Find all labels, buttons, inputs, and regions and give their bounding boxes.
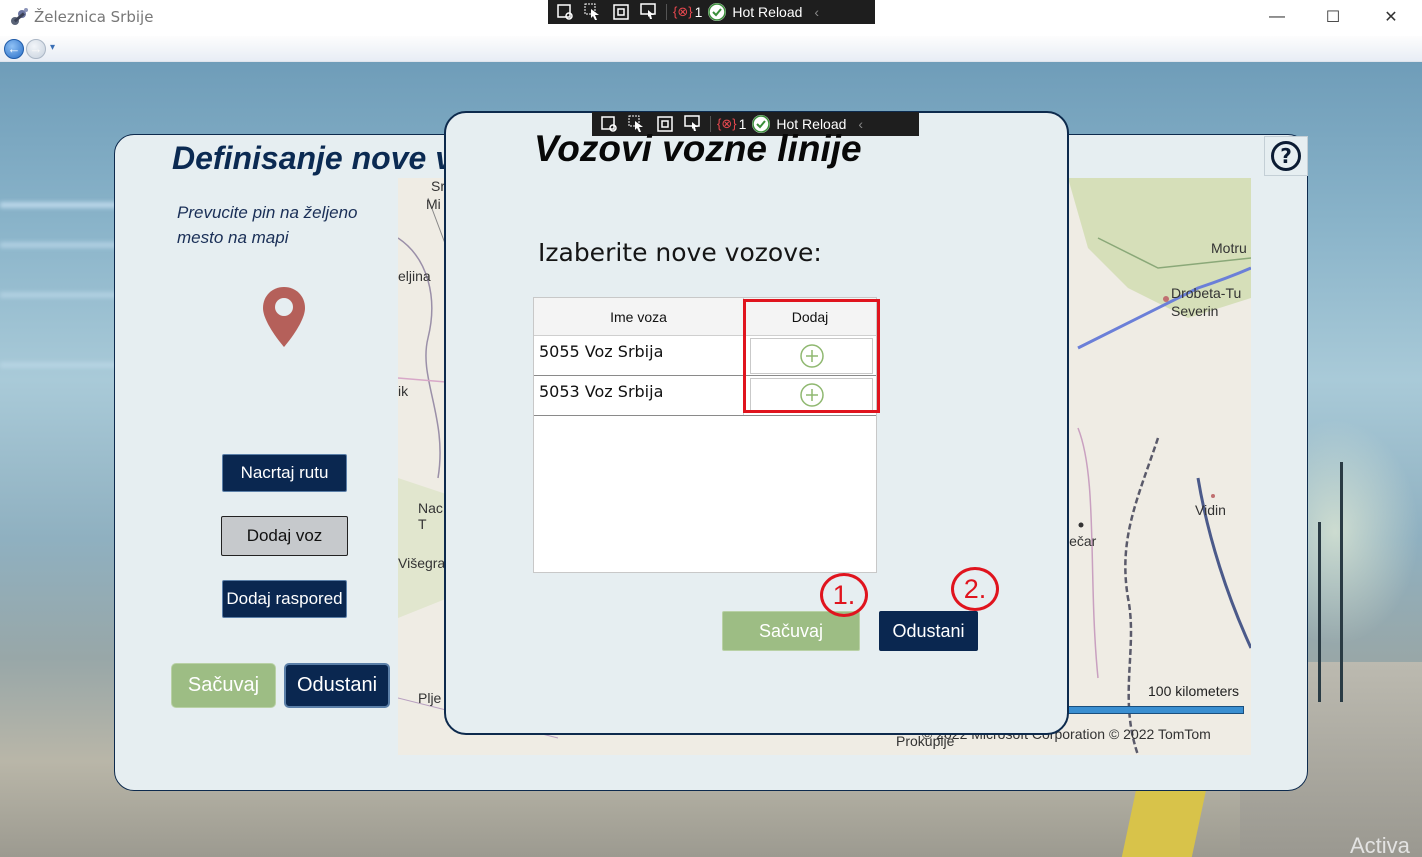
- map-label: Plje: [418, 690, 442, 706]
- toolbar-separator: [666, 4, 667, 20]
- map-label: Severin: [1171, 303, 1219, 319]
- hot-reload-check-icon: [708, 3, 727, 21]
- minimize-button[interactable]: —: [1254, 4, 1300, 30]
- back-arrow-icon[interactable]: ←: [4, 39, 24, 59]
- add-train-button[interactable]: Dodaj voz: [221, 516, 348, 556]
- map-label: ik: [398, 383, 409, 399]
- map-label: Drobeta-Tu: [1171, 285, 1242, 301]
- map-scale-bar: [1068, 706, 1244, 714]
- window-title: Železnica Srbije: [34, 8, 154, 26]
- hot-reload-label[interactable]: Hot Reload: [732, 4, 802, 20]
- map-pin-icon[interactable]: [261, 285, 307, 349]
- live-visual-tree-icon[interactable]: [554, 2, 576, 22]
- binding-error-count: 1: [694, 4, 703, 20]
- map-label: Mi: [426, 196, 441, 212]
- row-divider: [534, 415, 876, 416]
- activation-watermark: Activa: [1350, 833, 1410, 857]
- map-scale-label: 100 kilometers: [1148, 683, 1240, 699]
- map-label: Sr: [431, 178, 445, 194]
- dialog-title: Vozovi vozne linije: [534, 128, 862, 169]
- select-element-icon[interactable]: [582, 2, 604, 22]
- maximize-icon: ☐: [1325, 9, 1341, 26]
- dialog-subtitle: Izaberite nove vozove:: [538, 238, 822, 267]
- navigation-bar: ← → ▾: [0, 36, 1422, 62]
- binding-error-icon: {⊗}: [673, 4, 693, 19]
- map-label: ječar: [1066, 533, 1097, 549]
- forward-arrow-icon[interactable]: →: [26, 39, 46, 59]
- column-header-name[interactable]: Ime voza: [534, 298, 743, 335]
- collapse-toolbar-icon[interactable]: ‹: [814, 4, 819, 20]
- highlight-add-column: [743, 299, 880, 413]
- map-label: eljina: [398, 268, 431, 284]
- step-1-marker: 1.: [820, 573, 868, 617]
- track-focus-icon[interactable]: [638, 2, 660, 22]
- close-icon: ✕: [1384, 9, 1398, 26]
- dialog-save-button[interactable]: Sačuvaj: [722, 611, 860, 651]
- map-label: Motru: [1211, 240, 1247, 256]
- save-button[interactable]: Sačuvaj: [171, 663, 276, 708]
- cancel-button[interactable]: Odustani: [284, 663, 390, 708]
- map-label: T: [418, 516, 427, 532]
- binding-errors[interactable]: {⊗} 1: [673, 4, 702, 20]
- map-label: Nac: [418, 500, 443, 516]
- app-icon: [8, 6, 30, 28]
- step-2-marker: 2.: [951, 567, 999, 611]
- map-instruction: Prevucite pin na željeno mesto na mapi: [177, 203, 358, 247]
- maximize-button[interactable]: ☐: [1310, 4, 1356, 30]
- minimize-icon: —: [1269, 8, 1285, 25]
- train-name-cell: 5055 Voz Srbija: [539, 342, 664, 361]
- dialog-cancel-button[interactable]: Odustani: [879, 611, 978, 651]
- help-icon: ?: [1271, 141, 1301, 171]
- history-dropdown-icon[interactable]: ▾: [50, 42, 55, 53]
- close-button[interactable]: ✕: [1368, 4, 1414, 30]
- map-label: Višegra: [398, 555, 446, 571]
- display-layout-adorners-icon[interactable]: [610, 2, 632, 22]
- help-button[interactable]: ?: [1264, 136, 1308, 176]
- xaml-debug-toolbar: {⊗} 1 Hot Reload ‹: [548, 0, 875, 24]
- train-name-cell: 5053 Voz Srbija: [539, 382, 664, 401]
- map-label: Vidin: [1195, 502, 1226, 518]
- add-schedule-button[interactable]: Dodaj raspored: [222, 580, 347, 618]
- draw-route-button[interactable]: Nacrtaj rutu: [222, 454, 347, 492]
